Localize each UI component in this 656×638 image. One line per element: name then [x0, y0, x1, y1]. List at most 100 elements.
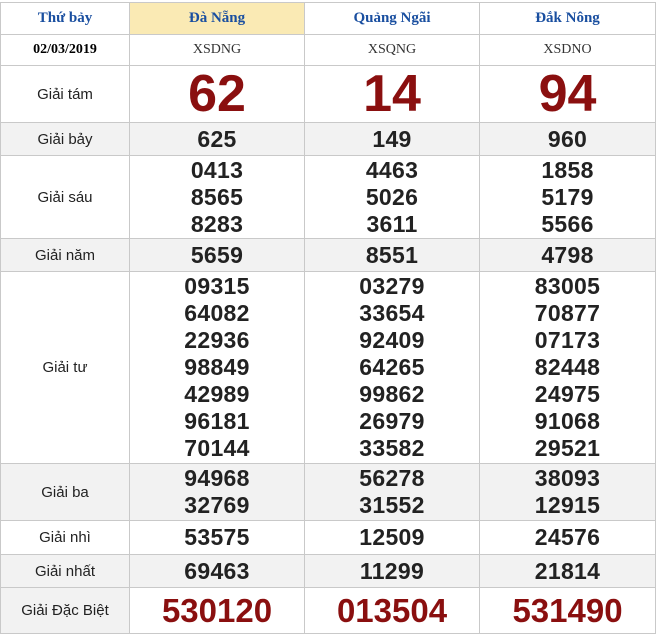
prize-number: 4463	[365, 156, 419, 183]
lottery-code: XSDNO	[479, 34, 656, 66]
prize-row-g8: Giải tám 62 14 94	[0, 65, 656, 123]
prize-number: 4798	[541, 241, 594, 268]
prize-cell: 14	[304, 65, 480, 123]
prize-number: 3611	[366, 210, 418, 237]
prize-cell: 62	[129, 65, 305, 123]
prize-number: 625	[197, 125, 237, 152]
prize-cell: 530120	[129, 587, 305, 634]
lottery-code: XSQNG	[304, 34, 480, 66]
prize-row-special: Giải Đặc Biệt 530120 013504 531490	[0, 587, 656, 634]
draw-date: 02/03/2019	[0, 34, 130, 66]
code-row: 02/03/2019 XSDNG XSQNG XSDNO	[0, 34, 656, 66]
prize-cell: 531490	[479, 587, 656, 634]
prize-number: 98849	[184, 354, 250, 380]
prize-label: Giải nhất	[0, 554, 130, 588]
prize-number: 32769	[184, 492, 250, 518]
prize-number: 69463	[184, 557, 250, 584]
prize-cell: 1858 5179 5566	[479, 155, 656, 239]
prize-number: 64082	[184, 300, 250, 326]
prize-number: 70144	[184, 435, 250, 461]
prize-number: 12509	[359, 524, 425, 550]
prize-cell: 94968 32769	[129, 463, 305, 521]
prize-cell: 09315 64082 22936 98849 42989 96181 7014…	[129, 271, 305, 464]
prize-cell: 56278 31552	[304, 463, 480, 521]
prize-row-g1: Giải nhất 69463 11299 21814	[0, 554, 656, 588]
prize-label: Giải năm	[0, 238, 130, 272]
prize-number: 38093	[534, 465, 601, 491]
prize-cell: 12509	[304, 520, 480, 555]
day-of-week-link[interactable]: Thứ bảy	[0, 2, 130, 35]
prize-number: 5026	[365, 183, 419, 210]
prize-number: 96181	[184, 408, 250, 434]
prize-number: 33654	[359, 300, 425, 326]
prize-number: 07173	[534, 327, 601, 353]
province-quangngai-link[interactable]: Quảng Ngãi	[304, 2, 480, 35]
prize-row-g5: Giải năm 5659 8551 4798	[0, 238, 656, 272]
prize-cell: 24576	[479, 520, 656, 555]
prize-cell: 53575	[129, 520, 305, 555]
prize-number: 33582	[359, 435, 425, 461]
prize-number: 8565	[190, 183, 244, 210]
prize-cell: 11299	[304, 554, 480, 588]
prize-cell: 625	[129, 122, 305, 156]
prize-number: 5659	[190, 241, 244, 268]
prize-row-g7: Giải bảy 625 149 960	[0, 122, 656, 156]
prize-label: Giải nhì	[0, 520, 130, 555]
prize-label: Giải bảy	[0, 122, 130, 156]
prize-number: 53575	[184, 524, 250, 550]
prize-label: Giải sáu	[0, 155, 130, 239]
prize-number: 91068	[534, 408, 601, 434]
prize-row-g2: Giải nhì 53575 12509 24576	[0, 520, 656, 555]
prize-cell: 4798	[479, 238, 656, 272]
prize-number: 12915	[534, 492, 601, 518]
prize-row-g3: Giải ba 94968 32769 56278 31552 38093 12…	[0, 463, 656, 521]
prize-cell: 94	[479, 65, 656, 123]
prize-number: 92409	[359, 327, 425, 353]
prize-cell: 38093 12915	[479, 463, 656, 521]
prize-cell: 8551	[304, 238, 480, 272]
prize-number: 960	[547, 125, 588, 152]
prize-number: 70877	[534, 300, 601, 326]
prize-cell: 83005 70877 07173 82448 24975 91068 2952…	[479, 271, 656, 464]
prize-number: 64265	[359, 354, 425, 380]
prize-cell: 149	[304, 122, 480, 156]
prize-number: 99862	[359, 381, 425, 407]
special-prize-number: 013504	[336, 591, 448, 629]
prize-number: 62	[188, 65, 246, 123]
province-daknong-link[interactable]: Đắk Nông	[479, 2, 656, 35]
prize-number: 5179	[541, 183, 594, 210]
special-prize-number: 531490	[512, 591, 623, 629]
prize-number: 1858	[541, 156, 594, 183]
prize-row-g4: Giải tư 09315 64082 22936 98849 42989 96…	[0, 271, 656, 464]
prize-row-g6: Giải sáu 0413 8565 8283 4463 5026 3611 1…	[0, 155, 656, 239]
header-row: Thứ bảy Đà Nẵng Quảng Ngãi Đắk Nông	[0, 2, 656, 35]
lottery-code: XSDNG	[129, 34, 305, 66]
prize-number: 8283	[190, 210, 244, 237]
prize-number: 26979	[359, 408, 425, 434]
prize-number: 31552	[359, 492, 425, 518]
prize-label: Giải ba	[0, 463, 130, 521]
prize-number: 24975	[534, 381, 601, 407]
lottery-results-table: Thứ bảy Đà Nẵng Quảng Ngãi Đắk Nông 02/0…	[0, 2, 656, 634]
prize-cell: 5659	[129, 238, 305, 272]
prize-label: Giải tám	[0, 65, 130, 123]
prize-number: 03279	[359, 273, 425, 299]
prize-number: 82448	[534, 354, 601, 380]
province-danang-link[interactable]: Đà Nẵng	[129, 2, 305, 35]
prize-number: 22936	[184, 327, 250, 353]
prize-number: 149	[372, 125, 412, 152]
prize-label: Giải Đặc Biệt	[0, 587, 130, 634]
special-prize-number: 530120	[161, 591, 273, 629]
prize-number: 42989	[184, 381, 250, 407]
prize-number: 24576	[534, 524, 601, 550]
prize-number: 0413	[190, 156, 244, 183]
prize-number: 21814	[534, 557, 601, 584]
prize-cell: 4463 5026 3611	[304, 155, 480, 239]
prize-number: 83005	[534, 273, 601, 299]
prize-number: 94968	[184, 465, 250, 491]
prize-number: 8551	[365, 241, 419, 268]
prize-cell: 960	[479, 122, 656, 156]
prize-number: 5566	[541, 210, 594, 237]
prize-cell: 013504	[304, 587, 480, 634]
prize-cell: 21814	[479, 554, 656, 588]
